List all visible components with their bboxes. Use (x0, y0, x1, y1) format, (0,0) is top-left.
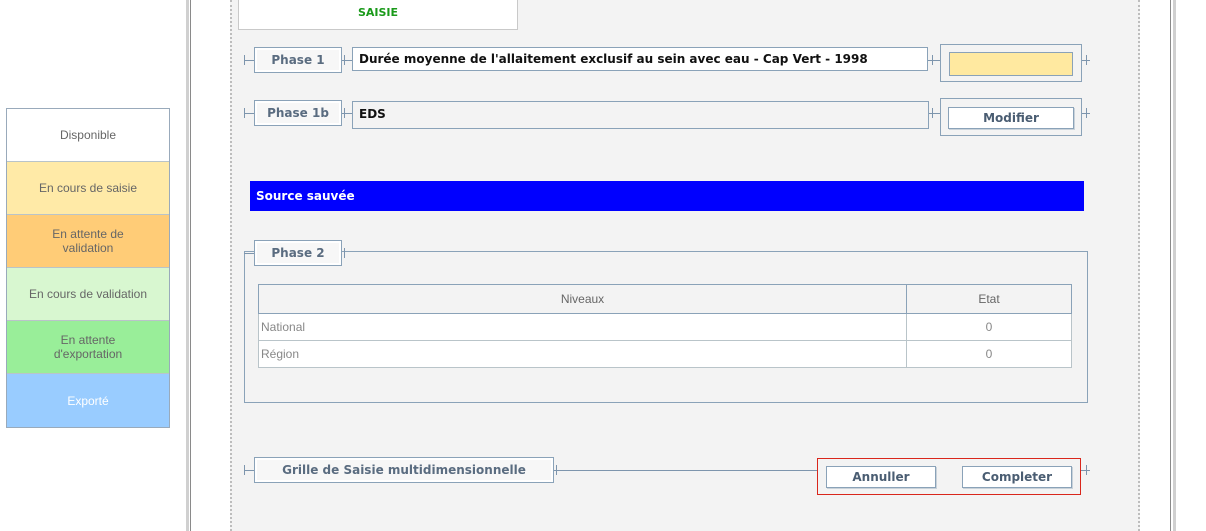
frame-right-line (1170, 0, 1171, 531)
tab-saisie-label: SAISIE (357, 6, 399, 19)
table-row[interactable]: Région 0 (258, 340, 1072, 368)
source-saved-banner: Source sauvée (250, 181, 1084, 211)
phase2-tick-mid (344, 248, 345, 258)
grid-tick-left (244, 465, 245, 475)
phase1-tick-end (1086, 55, 1087, 65)
frame-left-line-inner (190, 0, 191, 531)
phase1b-tick-left (244, 108, 245, 118)
phase1-value-field[interactable] (949, 52, 1073, 76)
phase1b-source: EDS (352, 101, 929, 129)
cancel-button[interactable]: Annuller (826, 466, 936, 488)
column-header-niveaux: Niveaux (258, 284, 907, 314)
grid-line-left (244, 470, 254, 471)
legend-exporte: Exporté (7, 374, 169, 427)
cell-etat: 0 (906, 340, 1072, 368)
phase1-tick-mid (344, 55, 345, 65)
grid-line-mid (554, 470, 818, 471)
status-legend: Disponible En cours de saisie En attente… (6, 108, 170, 428)
column-header-etat: Etat (906, 284, 1072, 314)
frame-left-line (186, 0, 189, 531)
niveaux-table: Niveaux Etat National 0 Région 0 (258, 284, 1072, 368)
complete-button[interactable]: Completer (962, 466, 1072, 488)
phase1b-tick-mid (344, 108, 345, 118)
phase1-line-left (244, 60, 254, 61)
phase1-line-right (928, 60, 940, 61)
legend-en-attente-de-validation: En attente de validation (7, 215, 169, 268)
phase1b-line-right (929, 113, 940, 114)
cell-etat: 0 (906, 313, 1072, 341)
table-header-row: Niveaux Etat (258, 284, 1072, 314)
phase1-tick-right (932, 55, 933, 65)
legend-en-cours-de-saisie: En cours de saisie (7, 162, 169, 215)
grid-tick-mid (556, 465, 557, 475)
modify-button[interactable]: Modifier (948, 107, 1074, 129)
grid-tick-end (1086, 465, 1087, 475)
phase1b-line-left (244, 113, 254, 114)
phase1b-tick-right (932, 108, 933, 118)
cell-niveau: Région (258, 340, 907, 368)
cell-niveau: National (258, 313, 907, 341)
phase1-title: Durée moyenne de l'allaitement exclusif … (352, 47, 928, 71)
phase2-line-left (244, 253, 254, 254)
phase1-label: Phase 1 (254, 47, 342, 73)
legend-disponible: Disponible (7, 109, 169, 162)
legend-en-attente-exportation: En attente d'exportation (7, 321, 169, 374)
phase1b-label: Phase 1b (254, 100, 342, 126)
tab-saisie[interactable]: SAISIE (238, 0, 518, 30)
frame-right-line-outer (1173, 0, 1176, 531)
phase1-tick-left (244, 55, 245, 65)
table-row[interactable]: National 0 (258, 313, 1072, 341)
phase1b-tick-end (1086, 108, 1087, 118)
phase2-label: Phase 2 (254, 240, 342, 266)
grid-label: Grille de Saisie multidimensionnelle (254, 457, 554, 483)
legend-en-cours-de-validation: En cours de validation (7, 268, 169, 321)
